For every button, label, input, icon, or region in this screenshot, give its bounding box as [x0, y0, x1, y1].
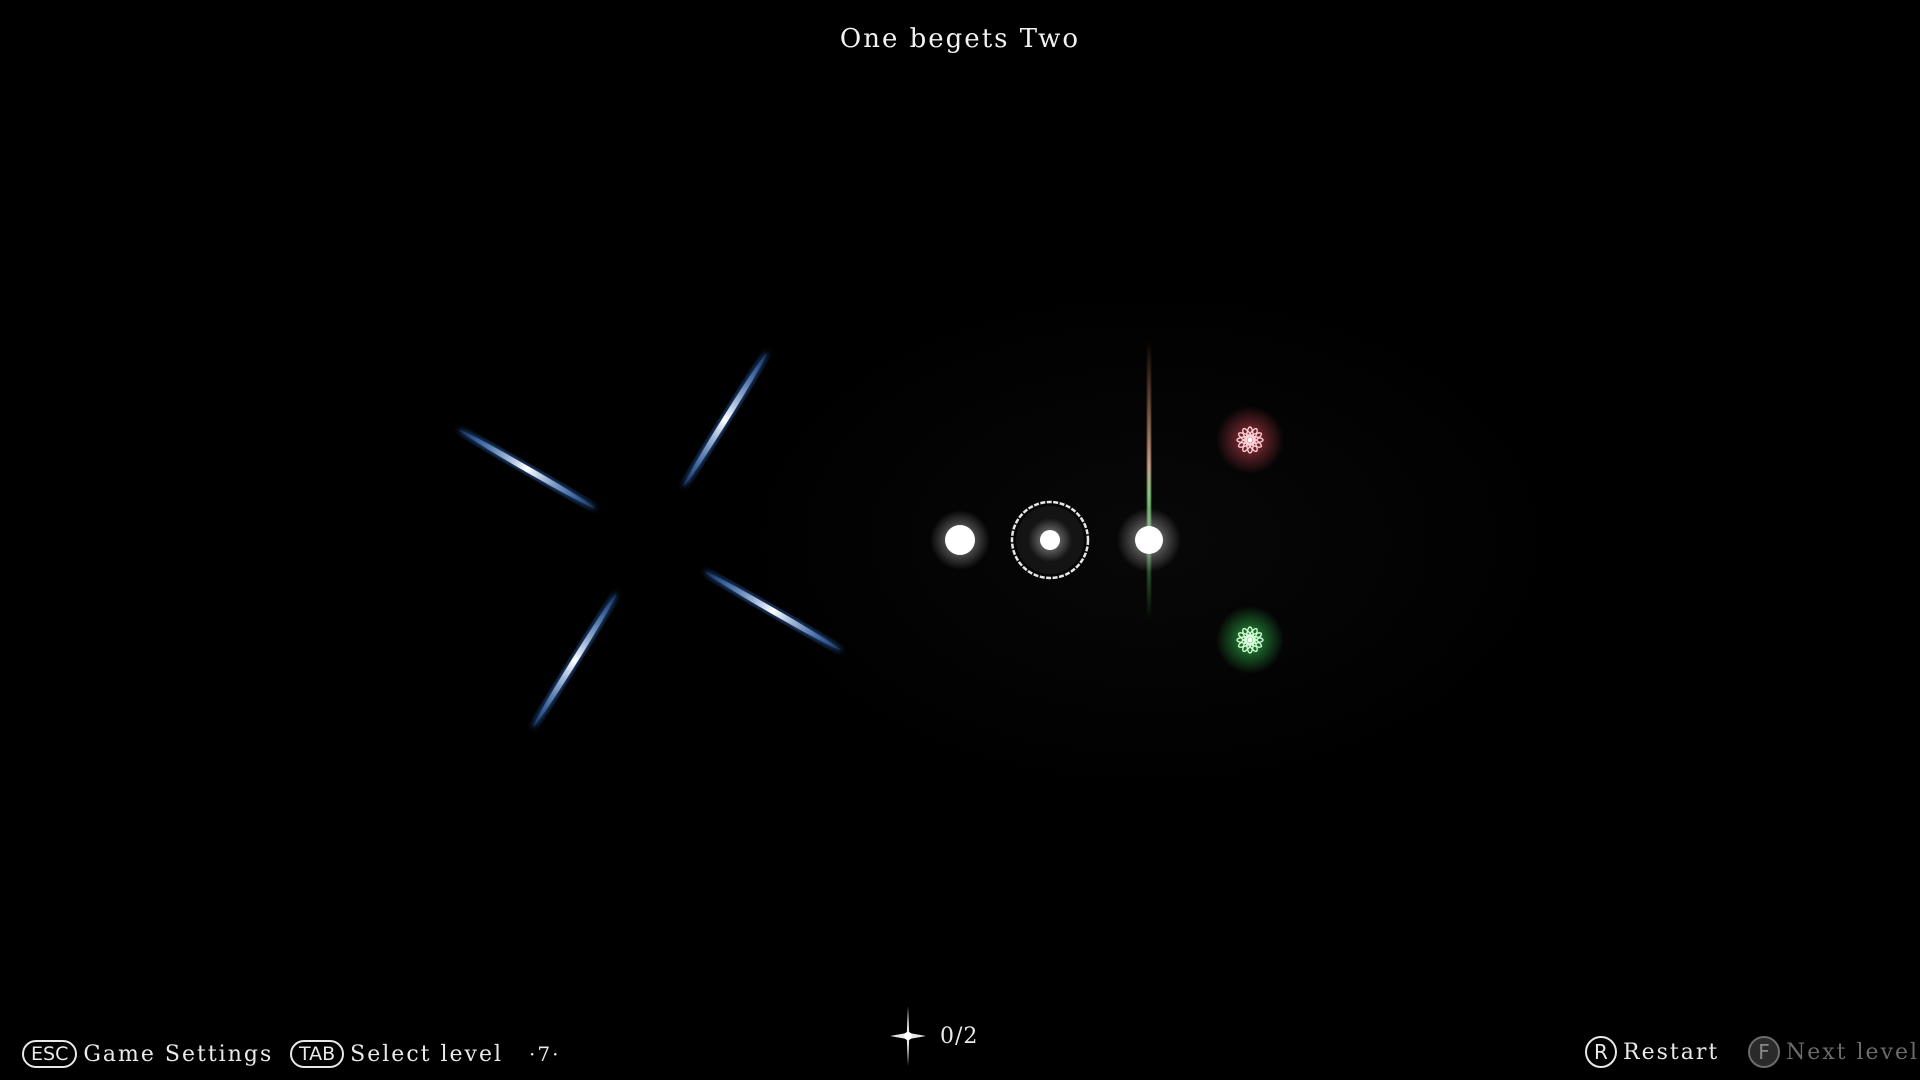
game-settings-button[interactable]: ESC Game Settings: [22, 1040, 273, 1068]
game-stage[interactable]: One begets Two ESC Game Settings TAB Sel…: [0, 0, 1920, 1080]
select-level-button[interactable]: TAB Select level ·7·: [290, 1040, 560, 1068]
level-number: ·7·: [529, 1042, 561, 1066]
game-settings-label: Game Settings: [83, 1041, 274, 1067]
next-level-button[interactable]: F Next level: [1748, 1036, 1919, 1068]
next-level-label: Next level: [1786, 1039, 1920, 1065]
collect-progress: 0/2: [890, 1006, 978, 1066]
esc-key-icon: ESC: [22, 1040, 78, 1068]
level-title: One begets Two: [839, 24, 1081, 54]
white-orb[interactable]: [930, 510, 990, 570]
f-key-icon: F: [1748, 1036, 1780, 1068]
bottom-hud: ESC Game Settings TAB Select level ·7· 0…: [0, 1000, 1920, 1080]
red-flower-star: [1216, 406, 1284, 474]
progress-count: 0/2: [940, 1023, 979, 1049]
select-level-label: Select level: [350, 1041, 504, 1067]
sparkle-icon: [890, 1006, 926, 1066]
tab-key-icon: TAB: [290, 1040, 345, 1068]
r-key-icon: R: [1585, 1036, 1617, 1068]
restart-button[interactable]: R Restart: [1585, 1036, 1719, 1068]
green-flower-star: [1216, 606, 1284, 674]
restart-label: Restart: [1623, 1039, 1720, 1065]
game-scene: [457, 280, 1570, 800]
